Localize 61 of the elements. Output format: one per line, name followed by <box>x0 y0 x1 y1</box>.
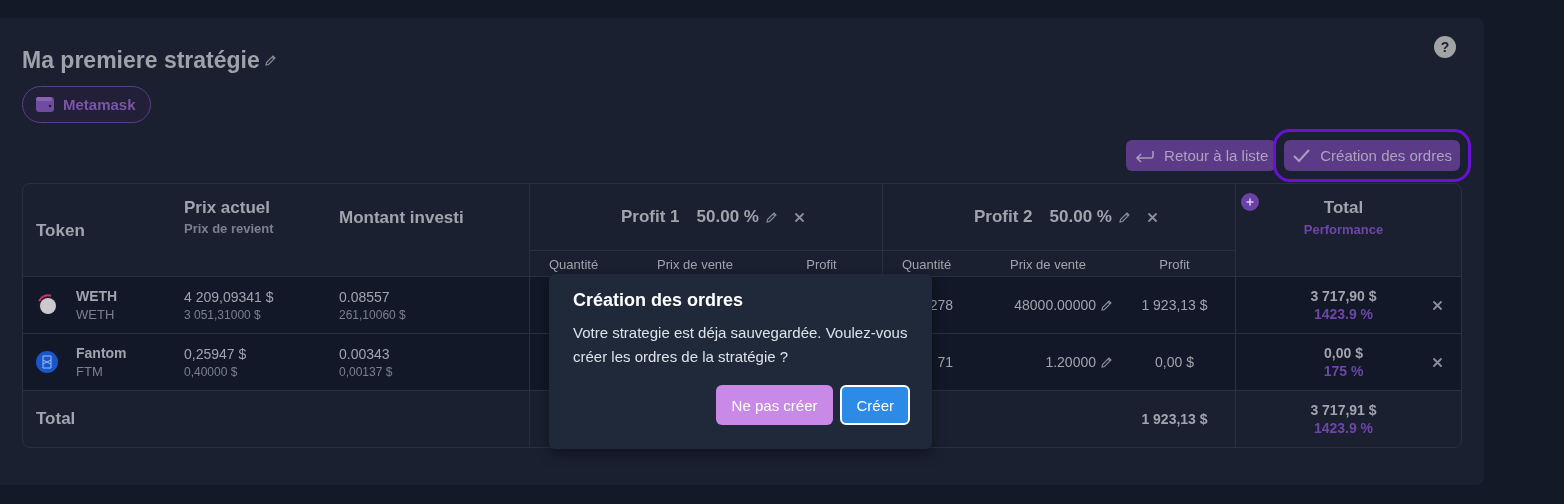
column-subheader: Performance <box>1303 222 1384 237</box>
token-icon <box>36 351 58 373</box>
wallet-button[interactable]: Metamask <box>22 86 151 123</box>
token-symbol: FTM <box>76 364 104 379</box>
invested-amount: 0,00137 $ <box>339 364 394 379</box>
help-button[interactable]: ? <box>1434 36 1456 58</box>
column-subheader: Prix de vente <box>656 256 734 272</box>
create-button[interactable]: Créer <box>840 385 910 425</box>
column-subheader: Quantité <box>548 256 600 272</box>
profit-header: Profit 1 50.00 % <box>621 207 759 227</box>
token-name: WETH <box>76 288 118 304</box>
close-icon[interactable] <box>1146 211 1158 223</box>
pencil-icon[interactable] <box>1100 355 1113 369</box>
token-icon <box>36 294 58 316</box>
add-icon[interactable] <box>1241 193 1259 211</box>
price-value: 0,25947 $ <box>184 345 248 362</box>
pencil-icon[interactable] <box>1100 298 1113 312</box>
dialog-title: Création des ordres <box>573 290 745 311</box>
profit-total: 1 923,13 $ <box>1141 411 1208 427</box>
wallet-icon <box>35 95 55 114</box>
dialog-message: Votre strategie est déja sauvegardée. Voulez-vous créer les ordres de la stratégie ? <box>573 323 909 367</box>
close-icon[interactable] <box>1432 300 1443 311</box>
cancel-button[interactable]: Ne pas créer <box>715 385 834 425</box>
pencil-icon[interactable] <box>263 53 277 67</box>
total-value: 3 717,91 $ <box>1310 402 1377 418</box>
performance-value: 1423.9 % <box>1313 306 1374 322</box>
performance-value: 1423.9 % <box>1313 420 1374 436</box>
invested-value: 0.00343 <box>339 345 391 362</box>
close-icon[interactable] <box>793 211 805 223</box>
column-header: Prix actuel <box>184 198 271 218</box>
performance-value: 175 % <box>1323 363 1364 379</box>
column-subheader: Prix de revient <box>184 221 275 236</box>
pencil-icon[interactable] <box>1117 210 1131 224</box>
total-label: Total <box>36 409 77 429</box>
column-subheader: Profit <box>1158 256 1191 272</box>
column-header: Total <box>1323 198 1364 218</box>
close-icon[interactable] <box>1432 357 1443 368</box>
token-name: Fantom <box>76 345 127 361</box>
total-value: 0,00 $ <box>1324 345 1363 361</box>
price-value: 4 209,09341 $ <box>184 288 275 305</box>
column-header: Montant investi <box>339 208 465 228</box>
quantity-value: 71 <box>937 354 953 370</box>
total-value: 3 717,90 $ <box>1310 288 1377 304</box>
column-subheader: Prix de vente <box>1009 256 1087 272</box>
strategy-title: Ma premiere stratégie <box>22 46 260 74</box>
create-orders-button[interactable]: Création des ordres <box>1284 140 1460 171</box>
cost-value: 0,40000 $ <box>184 364 239 379</box>
profit-header: Profit 2 50.00 % <box>974 207 1112 227</box>
invested-value: 0.08557 <box>339 288 391 305</box>
cost-value: 3 051,31000 $ <box>184 307 262 322</box>
profit-value: 1 923,13 $ <box>1141 297 1208 313</box>
pencil-icon[interactable] <box>764 210 778 224</box>
sell-price-value: 1.20000 <box>1045 354 1096 370</box>
check-icon <box>1292 147 1313 164</box>
column-header: Token <box>36 220 86 241</box>
token-symbol: WETH <box>76 307 116 322</box>
sell-price-value: 48000.00000 <box>1014 297 1096 313</box>
column-subheader: Quantité <box>901 256 953 272</box>
invested-amount: 261,10060 $ <box>339 307 407 322</box>
profit-value: 0,00 $ <box>1155 354 1194 370</box>
column-subheader: Profit <box>805 256 838 272</box>
